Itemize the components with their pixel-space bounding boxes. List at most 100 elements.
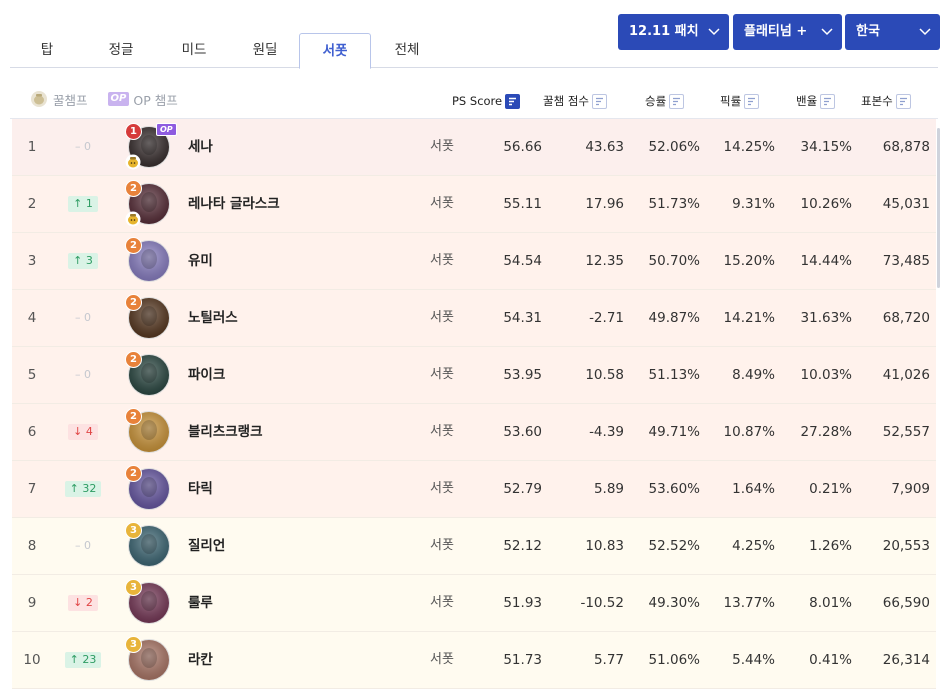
arrow-up-icon: ↑ — [73, 254, 86, 267]
champion-avatar[interactable]: 2 — [125, 351, 170, 396]
champion-avatar[interactable]: 3 — [125, 579, 170, 624]
header-honey-score[interactable]: 꿀챔 점수 — [543, 91, 607, 111]
region-dropdown-label: 한국 — [856, 24, 880, 39]
champion-name[interactable]: 질리언 — [188, 518, 388, 574]
champion-role: 서폿 — [430, 652, 454, 667]
tab-all[interactable]: 전체 — [370, 33, 444, 67]
champion-role: 서폿 — [430, 196, 454, 211]
table-row[interactable]: 8 – 0 3 질리언 서폿 52.12 10.83 52.52% 4.25% 1.26% 20,5… — [12, 518, 936, 575]
sort-icon — [669, 93, 685, 109]
honey-score: 17.96 — [585, 196, 624, 212]
table-row[interactable]: 5 – 0 2 파이크 서폿 53.95 10.58 51.13% 8.49% 10.03% 41,… — [12, 347, 936, 404]
rank: 1 — [27, 139, 37, 155]
tab-top[interactable]: 탑 — [10, 33, 84, 67]
champion-name[interactable]: 룰루 — [188, 575, 388, 631]
tab-adc[interactable]: 원딜 — [230, 33, 300, 67]
pick-rate: 14.21% — [723, 310, 775, 326]
table-row[interactable]: 10 ↑ 23 3 라칸 서폿 51.73 5.77 51.06% 5.44% 0.41% 26,3… — [12, 632, 936, 689]
rank-change-badge: – 0 — [70, 367, 96, 383]
header-ban-rate-label: 밴율 — [796, 94, 818, 108]
region-dropdown[interactable]: 한국 — [845, 14, 940, 50]
champion-avatar[interactable]: 2 — [125, 237, 170, 282]
sample-size: 73,485 — [882, 253, 930, 269]
champion-name[interactable]: 타릭 — [188, 461, 388, 517]
table-row[interactable]: 6 ↓ 4 2 블리츠크랭크 서폿 53.60 -4.39 49.71% 10.87% 27.28… — [12, 404, 936, 461]
honey-jar-icon — [125, 154, 141, 170]
sort-icon — [895, 93, 911, 109]
sample-size: 20,553 — [882, 538, 930, 554]
champion-name[interactable]: 유미 — [188, 233, 388, 289]
tier-badge: 2 — [125, 237, 142, 254]
table-row[interactable]: 7 ↑ 32 2 타릭 서폿 52.79 5.89 53.60% 1.64% 0.21% 7,909 — [12, 461, 936, 518]
honey-score: -4.39 — [589, 424, 624, 440]
rank: 3 — [27, 253, 37, 269]
ps-score: 56.66 — [503, 139, 542, 155]
honey-score: 10.83 — [585, 538, 624, 554]
rank-change: ↓ 2 — [62, 575, 104, 631]
chevron-down-icon — [707, 14, 721, 50]
table-row[interactable]: 4 – 0 2 노틸러스 서폿 54.31 -2.71 49.87% 14.21% 31.63% 6… — [12, 290, 936, 347]
champion-name[interactable]: 파이크 — [188, 347, 388, 403]
honey-score: 5.89 — [593, 481, 624, 497]
tier-badge: 2 — [125, 180, 142, 197]
scrollbar[interactable] — [937, 128, 940, 288]
champion-avatar[interactable]: 2 — [125, 408, 170, 453]
champion-name[interactable]: 라칸 — [188, 632, 388, 688]
table-row[interactable]: 3 ↑ 3 2 유미 서폿 54.54 12.35 50.70% 15.20% 14.44% 73,… — [12, 233, 936, 290]
win-rate: 50.70% — [648, 253, 700, 269]
rank-change: – 0 — [62, 290, 104, 346]
chevron-down-icon — [820, 14, 834, 50]
win-rate: 51.06% — [648, 652, 700, 668]
sort-icon — [820, 93, 836, 109]
pick-rate: 5.44% — [732, 652, 775, 668]
rank-change-value: 4 — [85, 425, 93, 438]
champion-name[interactable]: 레나타 글라스크 — [188, 176, 388, 232]
honey-champ-label: 꿀챔프 — [53, 92, 88, 108]
tab-support[interactable]: 서폿 — [299, 33, 371, 69]
tab-jungle[interactable]: 정글 — [84, 33, 158, 67]
champion-avatar[interactable]: 2 — [125, 465, 170, 510]
header-ps-score[interactable]: PS Score — [452, 91, 521, 111]
table-row[interactable]: 2 ↑ 1 2 레나타 글라스크 서폿 55.11 17.96 51.73% 9.31% 10.2… — [12, 176, 936, 233]
tier-badge: 3 — [125, 579, 142, 596]
champion-name[interactable]: 세나 — [188, 119, 388, 175]
pick-rate: 13.77% — [723, 595, 775, 611]
champion-avatar[interactable]: 3 — [125, 522, 170, 567]
tier-dropdown[interactable]: 플래티넘 + — [733, 14, 842, 50]
champion-avatar[interactable]: 2 — [125, 294, 170, 339]
honey-champ-filter[interactable]: 꿀챔프 — [30, 90, 88, 109]
rank: 7 — [27, 481, 37, 497]
champion-avatar[interactable]: 1 OP — [125, 123, 177, 170]
header-pick-rate[interactable]: 픽률 — [720, 91, 760, 111]
patch-dropdown-label: 12.11 패치 — [629, 24, 699, 39]
champion-avatar[interactable]: 3 — [125, 636, 170, 681]
champion-name[interactable]: 블리츠크랭크 — [188, 404, 388, 460]
rank-change-value: 0 — [84, 539, 91, 552]
ps-score: 51.73 — [503, 652, 542, 668]
patch-dropdown[interactable]: 12.11 패치 — [618, 14, 729, 50]
header-sample-size[interactable]: 표본수 — [861, 91, 911, 111]
tier-badge: 2 — [125, 294, 142, 311]
ban-rate: 10.03% — [800, 367, 852, 383]
table-row[interactable]: 1 – 0 1 OP 세나 서폿 56.66 43.63 52.06% 14.25% 34.15% 6… — [12, 119, 936, 176]
header-ban-rate[interactable]: 밴율 — [796, 91, 836, 111]
tab-mid[interactable]: 미드 — [158, 33, 230, 67]
pick-rate: 9.31% — [732, 196, 775, 212]
champion-name[interactable]: 노틸러스 — [188, 290, 388, 346]
header-win-rate[interactable]: 승률 — [645, 91, 685, 111]
op-champ-filter[interactable]: OP OP 챔프 — [107, 90, 178, 109]
dash-icon: – — [75, 539, 84, 552]
op-champ-label: OP 챔프 — [133, 92, 178, 108]
ban-rate: 34.15% — [800, 139, 852, 155]
rank-change-badge: ↓ 4 — [68, 424, 98, 440]
pick-rate: 1.64% — [732, 481, 775, 497]
rank-change: – 0 — [62, 347, 104, 403]
dash-icon: – — [75, 140, 84, 153]
honey-score: 5.77 — [593, 652, 624, 668]
rank: 9 — [27, 595, 37, 611]
table-row[interactable]: 9 ↓ 2 3 룰루 서폿 51.93 -10.52 49.30% 13.77% 8.01% 66,… — [12, 575, 936, 632]
champion-avatar[interactable]: 2 — [125, 180, 170, 227]
champion-role: 서폿 — [430, 595, 454, 610]
honey-score: 12.35 — [585, 253, 624, 269]
rank-change-value: 1 — [85, 197, 93, 210]
